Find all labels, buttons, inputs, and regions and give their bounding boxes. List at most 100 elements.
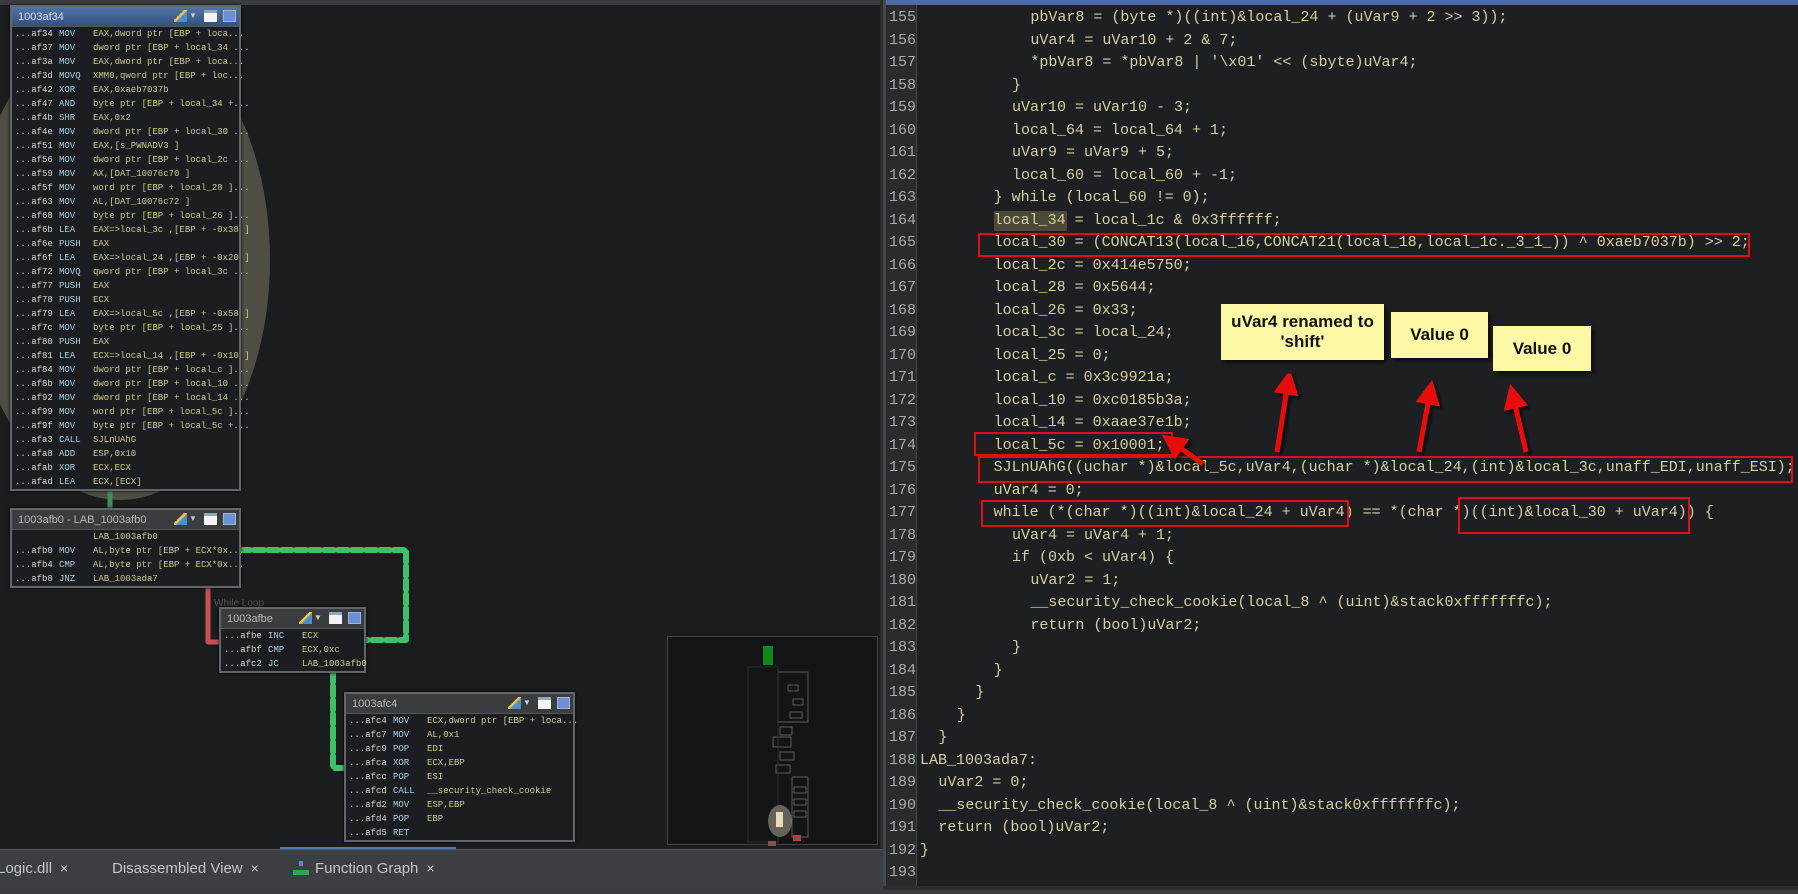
code-line[interactable]: 162 local_60 = local_60 + -1; (886, 165, 1798, 188)
function-graph-view[interactable]: While Loop 1003af34 ▼ ...af34 MOV EAX,dword … (0, 0, 880, 849)
instruction-row[interactable]: ...af72 MOVQ qword ptr [EBP + local_3c ... (12, 265, 250, 279)
code-line[interactable]: 182 return (bool)uVar2; (886, 615, 1798, 638)
code-line[interactable]: 193 (886, 862, 1798, 885)
code-line[interactable]: 185} (886, 682, 1798, 705)
instruction-row[interactable]: ...af84 MOV dword ptr [EBP + local_c ]... (12, 363, 250, 377)
instruction-row[interactable]: ...af6f LEA EAX=>local_24 ,[EBP + -0x20 ] (12, 251, 250, 265)
instruction-row[interactable]: ...afd2 MOV ESP,EBP (346, 798, 573, 812)
instruction-row[interactable]: ...afc9 POP EDI (346, 742, 573, 756)
code-line[interactable]: 160 local_64 = local_64 + 1; (886, 120, 1798, 143)
instruction-row[interactable]: ...af78 PUSH ECX (12, 293, 239, 307)
wand-icon[interactable] (508, 697, 521, 709)
instruction-row[interactable]: ...af6e PUSH EAX (12, 237, 239, 251)
code-line[interactable]: 172 local_10 = 0xc0185b3a; (886, 390, 1798, 413)
full-view-icon[interactable] (223, 513, 236, 525)
close-icon[interactable]: × (251, 860, 259, 876)
instruction-row[interactable]: ...af3a MOV EAX,dword ptr [EBP + loca... (12, 55, 244, 69)
instruction-row[interactable]: ...af9f MOV byte ptr [EBP + local_5c +... (12, 419, 250, 433)
tab-logic-dll[interactable]: Logic.dll × (0, 860, 68, 877)
code-line[interactable]: 167 local_28 = 0x5644; (886, 277, 1798, 300)
instruction-row[interactable]: ...afb8 JNZ LAB_1003ada7 (12, 572, 239, 586)
code-block[interactable]: 1003afc4 ▼ ...afc4 MOV ECX,dword ptr [EBP + … (344, 692, 578, 842)
instruction-row[interactable]: ...afb4 CMP AL,byte ptr [EBP + ECX*0x... (12, 558, 244, 572)
instruction-row[interactable]: ...af4e MOV dword ptr [EBP + local_30 ... (12, 125, 250, 139)
instruction-row[interactable]: ...af99 MOV word ptr [EBP + local_5c ]... (12, 405, 250, 419)
instruction-row[interactable]: ...af8b MOV dword ptr [EBP + local_10 ... (12, 377, 250, 391)
instruction-row[interactable]: ...af42 XOR EAX,0xaeb7037b (12, 83, 239, 97)
close-icon[interactable]: × (426, 860, 434, 876)
instruction-row[interactable]: ...af7c MOV byte ptr [EBP + local_25 ]... (12, 321, 250, 335)
instruction-row[interactable]: ...afd4 POP EBP (346, 812, 573, 826)
tab-disassembled-view[interactable]: Disassembled View × (112, 860, 259, 877)
window-icon[interactable] (204, 10, 217, 22)
wand-icon[interactable] (174, 10, 187, 22)
code-line[interactable]: 180 uVar2 = 1; (886, 570, 1798, 593)
full-view-icon[interactable] (223, 10, 236, 22)
code-line[interactable]: 158} (886, 75, 1798, 98)
code-line[interactable]: 161 uVar9 = uVar9 + 5; (886, 142, 1798, 165)
code-line[interactable]: 183} (886, 637, 1798, 660)
code-line[interactable]: 189 uVar2 = 0; (886, 772, 1798, 795)
wand-icon[interactable] (299, 612, 312, 624)
code-line[interactable]: 163} while (local_60 != 0); (886, 187, 1798, 210)
code-line[interactable]: 192} (886, 840, 1798, 863)
code-line[interactable]: 191 return (bool)uVar2; (886, 817, 1798, 840)
code-block[interactable]: 1003afbe ▼ ...afbe INC ECX ...afbf CMP ECX,0xc.… (219, 607, 367, 673)
close-icon[interactable]: × (60, 860, 68, 876)
instruction-row[interactable]: ...af51 MOV EAX,[s_PWNADV3 ] (12, 139, 239, 153)
instruction-row[interactable]: ...af59 MOV AX,[DAT_10076c70 ] (12, 167, 239, 181)
tab-function-graph[interactable]: Function Graph × (293, 860, 435, 877)
instruction-row[interactable]: ...afab XOR ECX,ECX (12, 461, 239, 475)
code-line[interactable]: 190 __security_check_cookie(local_8 ^ (ui… (886, 795, 1798, 818)
chevron-down-icon[interactable]: ▼ (189, 10, 197, 22)
block-title-bar[interactable]: 1003afbe ▼ (221, 609, 364, 629)
instruction-row[interactable]: ...af92 MOV dword ptr [EBP + local_14 ... (12, 391, 250, 405)
instruction-row[interactable]: ...afcc POP ESI (346, 770, 573, 784)
instruction-row[interactable]: ...afca XOR ECX,EBP (346, 756, 573, 770)
window-icon[interactable] (538, 697, 551, 709)
chevron-down-icon[interactable]: ▼ (314, 612, 322, 624)
instruction-row[interactable]: ...af5f MOV word ptr [EBP + local_28 ]... (12, 181, 250, 195)
code-line[interactable]: 166 local_2c = 0x414e5750; (886, 255, 1798, 278)
instruction-row[interactable]: ...afc7 MOV AL,0x1 (346, 728, 573, 742)
full-view-icon[interactable] (348, 612, 361, 624)
instruction-row[interactable]: ...af79 LEA EAX=>local_5c ,[EBP + -0x58 ] (12, 307, 250, 321)
window-icon[interactable] (204, 513, 217, 525)
code-line[interactable]: 188 LAB_1003ada7: (886, 750, 1798, 773)
full-view-icon[interactable] (557, 697, 570, 709)
code-line[interactable]: 184} (886, 660, 1798, 683)
instruction-row[interactable]: ...af81 LEA ECX=>local_14 ,[EBP + -0x10 ] (12, 349, 250, 363)
instruction-row[interactable]: ...af56 MOV dword ptr [EBP + local_2c ... (12, 153, 250, 167)
instruction-row[interactable]: ...af63 MOV AL,[DAT_10076c72 ] (12, 195, 239, 209)
instruction-row[interactable]: ...afb0 MOV AL,byte ptr [EBP + ECX*0x... (12, 544, 244, 558)
chevron-down-icon[interactable]: ▼ (189, 513, 197, 525)
code-line[interactable]: 156 uVar4 = uVar10 + 2 & 7; (886, 30, 1798, 53)
code-block[interactable]: 1003afb0 - LAB_1003afb0 ▼ LAB_1003afb0 ...a… (10, 508, 244, 588)
wand-icon[interactable] (174, 513, 187, 525)
instruction-row[interactable]: ...af3d MOVQ XMM0,qword ptr [EBP + loc... (12, 69, 244, 83)
instruction-row[interactable]: ...afad LEA ECX,[ECX] (12, 475, 239, 489)
instruction-row[interactable]: ...afa8 ADD ESP,0x10 (12, 447, 239, 461)
instruction-row[interactable]: ...af68 MOV byte ptr [EBP + local_26 ]... (12, 209, 250, 223)
code-line[interactable]: 159 uVar10 = uVar10 - 3; (886, 97, 1798, 120)
instruction-row[interactable]: ...af47 AND byte ptr [EBP + local_34 +... (12, 97, 250, 111)
instruction-row[interactable]: ...af80 PUSH EAX (12, 335, 239, 349)
instruction-row[interactable]: LAB_1003afb0 (12, 530, 239, 544)
code-line[interactable]: 155 pbVar8 = (byte *)((int)&local_24 + (u… (886, 7, 1798, 30)
instruction-row[interactable]: ...afd5 RET (346, 826, 573, 840)
code-line[interactable]: 164 local_34 = local_1c & 0x3ffffff; (886, 210, 1798, 233)
instruction-row[interactable]: ...afa3 CALL SJLnUAhG (12, 433, 239, 447)
graph-minimap[interactable] (667, 636, 878, 846)
instruction-row[interactable]: ...afbf CMP ECX,0xc (221, 643, 364, 657)
instruction-row[interactable]: ...afcd CALL __security_check_cookie (346, 784, 573, 798)
chevron-down-icon[interactable]: ▼ (523, 697, 531, 709)
code-line[interactable]: 187} (886, 727, 1798, 750)
instruction-row[interactable]: ...af4b SHR EAX,0x2 (12, 111, 239, 125)
block-title-bar[interactable]: 1003afb0 - LAB_1003afb0 ▼ (12, 510, 239, 530)
block-title-bar[interactable]: 1003afc4 ▼ (346, 694, 573, 714)
code-line[interactable]: 181 __security_check_cookie(local_8 ^ (ui… (886, 592, 1798, 615)
instruction-row[interactable]: ...af37 MOV dword ptr [EBP + local_34 ... (12, 41, 250, 55)
code-line[interactable]: 171 local_c = 0x3c9921a; (886, 367, 1798, 390)
instruction-row[interactable]: ...af6b LEA EAX=>local_3c ,[EBP + -0x38 ] (12, 223, 250, 237)
instruction-row[interactable]: ...afc4 MOV ECX,dword ptr [EBP + loca... (346, 714, 578, 728)
